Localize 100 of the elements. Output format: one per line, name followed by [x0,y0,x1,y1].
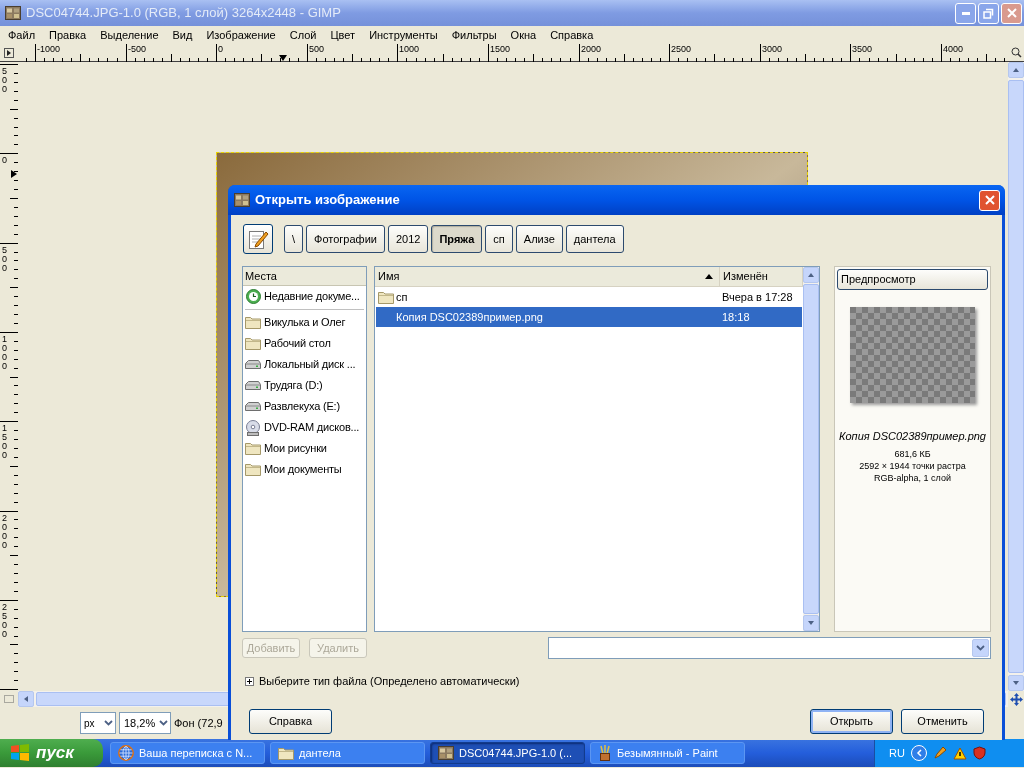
file-name: Копия DSC02389пример.png [396,309,543,325]
path-button[interactable]: Ализе [515,225,563,253]
pointer-marker-icon [11,170,17,178]
path-button[interactable]: Фотографии [306,225,385,253]
image-thumbnail-icon [438,746,454,760]
ruler-label: 1500 [2,424,8,460]
close-button[interactable] [1001,2,1022,24]
file-modified: 18:18 [722,309,751,325]
menu-item[interactable]: Файл [1,26,43,44]
places-column-header[interactable]: Места [243,267,366,286]
places-item[interactable]: Мои документы [243,459,366,480]
menu-item[interactable]: Вид [165,26,200,44]
notepad-pencil-icon [247,228,269,250]
chevron-left-icon [915,749,922,757]
ruler-label: -1000 [37,44,61,55]
paint-brushes-icon [598,745,612,761]
image-thumbnail-icon [234,193,250,207]
path-button[interactable]: 2012 [387,225,429,253]
start-button[interactable]: пуск [0,739,103,767]
drive-icon [245,381,261,390]
folder-icon [245,463,261,476]
menu-item[interactable]: Слой [282,26,324,44]
edit-location-button[interactable] [243,224,273,254]
menu-item[interactable]: Инструменты [362,26,445,44]
file-name: сп [396,289,408,305]
drive-icon [245,360,261,369]
maximize-button[interactable] [978,2,999,24]
ruler-label: 0 [2,156,8,165]
places-item[interactable]: Викулька и Олег [243,312,366,333]
places-item[interactable]: DVD-RAM дисков... [243,417,366,438]
column-header[interactable]: Имя [375,267,720,287]
shield-icon[interactable] [972,746,986,760]
ruler-label: 500 [2,67,8,94]
file-row[interactable]: Копия DSC02389пример.png 18:18 [376,307,802,327]
scroll-down-button[interactable] [803,615,819,631]
places-item[interactable]: Развлекуха (E:) [243,396,366,417]
dialog-button[interactable]: Справка [249,709,332,734]
file-type-expander[interactable]: Выберите тип файла (Определено автоматически) [245,674,991,688]
sort-ascending-icon [705,274,713,279]
menu-item[interactable]: Цвет [323,26,363,44]
image-thumbnail-icon [5,6,21,20]
windows-logo-icon [10,744,30,762]
scroll-left-button[interactable] [18,691,34,707]
path-button[interactable]: Пряжа [431,225,483,253]
pen-icon[interactable] [932,746,947,760]
triangle-right-icon [4,47,14,58]
taskbar-button[interactable]: Ваша переписка с N... [110,742,265,764]
places-item[interactable]: Недавние докуме... [243,286,366,307]
folder-icon [378,290,394,304]
menu-item[interactable]: Правка [42,26,94,44]
dialog-button[interactable]: Открыть [810,709,893,734]
ruler-label: 2500 [2,603,8,639]
zoom-combo-box[interactable]: 18,2% [119,712,171,734]
places-item[interactable]: Рабочий стол [243,333,366,354]
menu-item[interactable]: Окна [503,26,544,44]
path-button[interactable]: дантела [565,225,624,253]
navigate-button[interactable] [1008,691,1024,707]
column-header[interactable]: Изменён [720,267,803,287]
ruler-label: 3000 [762,44,783,55]
path-button[interactable]: сп [485,225,513,253]
taskbar-button[interactable]: DSC04744.JPG-1.0 (... [430,742,585,764]
restore-icon [983,7,994,19]
ruler-label: 500 [309,44,325,55]
path-button[interactable]: \ [284,225,304,253]
scroll-up-button[interactable] [1008,62,1024,78]
folder-icon [245,337,261,350]
globe-icon [118,745,134,761]
ruler-label: 2500 [671,44,692,55]
places-item[interactable]: Трудяга (D:) [243,375,366,396]
folder-icon [245,442,261,455]
ruler-label: 1000 [2,335,8,371]
taskbar-button[interactable]: Безымянный - Paint [590,742,745,764]
file-modified: Вчера в 17:28 [722,289,794,305]
preview-mode: RGB-alpha, 1 слой [874,471,951,484]
warning-icon[interactable] [952,746,967,760]
places-item[interactable]: Локальный диск ... [243,354,366,375]
menu-item[interactable]: Изображение [199,26,283,44]
taskbar-button[interactable]: дантела [270,742,425,764]
show-hidden-icons-button[interactable] [910,745,927,761]
unit-combo-box[interactable]: px [80,712,116,734]
preview-button[interactable]: Предпросмотр [837,269,988,290]
chevron-down-icon [159,720,168,726]
menu-item[interactable]: Справка [543,26,601,44]
places-item[interactable]: Мои рисунки [243,438,366,459]
scroll-up-button[interactable] [803,267,819,283]
ruler-label: -500 [128,44,146,55]
dropdown-button[interactable] [972,639,989,657]
dialog-button[interactable]: Отменить [901,709,984,734]
preview-filename: Копия DSC02389пример.png [839,429,986,444]
scroll-down-button[interactable] [1008,675,1024,691]
menu-item[interactable]: Выделение [93,26,166,44]
filter-combo-box[interactable] [548,637,991,659]
ruler-label: 1000 [399,44,420,55]
menu-item[interactable]: Фильтры [444,26,504,44]
move-arrows-icon [1009,692,1023,706]
close-button[interactable] [979,189,1000,211]
minimize-button[interactable] [955,2,976,24]
preview-size: 681,6 КБ [894,447,931,460]
window-title: DSC04744.JPG-1.0 (RGB, 1 слой) 3264x2448 - GIMP [26,4,341,23]
ruler-label: 0 [218,44,223,55]
